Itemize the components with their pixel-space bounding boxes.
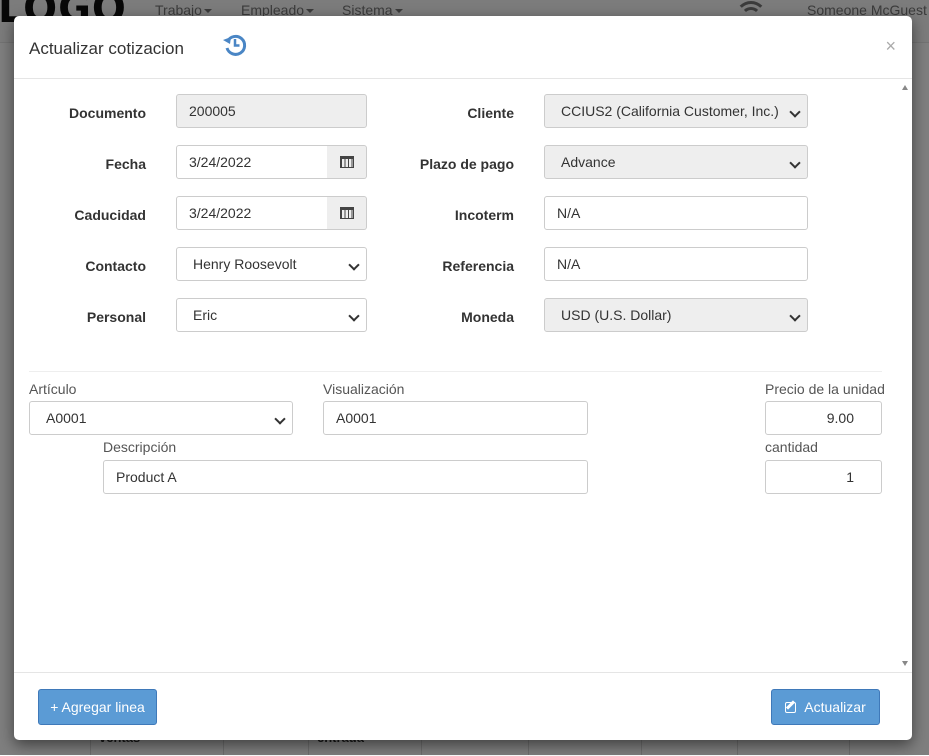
articulo-value: A0001	[46, 410, 87, 426]
scroll-down-icon[interactable]	[902, 661, 908, 666]
moneda-select[interactable]: USD (U.S. Dollar)	[544, 298, 808, 332]
fecha-calendar-button[interactable]	[327, 145, 367, 179]
caducidad-value: 3/24/2022	[189, 205, 252, 221]
articulo-select[interactable]: A0001	[29, 401, 293, 435]
edit-icon	[785, 701, 797, 713]
plazo-label: Plazo de pago	[419, 156, 514, 172]
update-label: Actualizar	[804, 699, 866, 715]
fecha-value: 3/24/2022	[189, 154, 252, 170]
calendar-icon	[339, 156, 354, 168]
incoterm-value: N/A	[557, 205, 581, 221]
contacto-value: Henry Roosevolt	[193, 256, 297, 272]
calendar-icon	[339, 207, 354, 219]
cliente-value: CCIUS2 (California Customer, Inc.)	[561, 103, 779, 119]
personal-label: Personal	[86, 309, 146, 325]
incoterm-input[interactable]: N/A	[544, 196, 808, 230]
visualizacion-label: Visualización	[323, 381, 405, 397]
documento-label: Documento	[69, 105, 146, 121]
plazo-select[interactable]: Advance	[544, 145, 808, 179]
chevron-down-icon	[348, 259, 360, 271]
caducidad-label: Caducidad	[74, 207, 146, 223]
contacto-label: Contacto	[85, 258, 146, 274]
modal-title: Actualizar cotizacion	[29, 39, 184, 58]
moneda-value: USD (U.S. Dollar)	[561, 307, 672, 323]
chevron-down-icon	[789, 310, 801, 322]
caducidad-input[interactable]: 3/24/2022	[176, 196, 328, 230]
descripcion-label: Descripción	[103, 439, 177, 455]
personal-value: Eric	[193, 307, 218, 323]
personal-select[interactable]: Eric	[176, 298, 367, 332]
chevron-down-icon	[789, 157, 801, 169]
update-quote-modal: Actualizar cotizacion × Documento 200005…	[14, 16, 912, 740]
chevron-down-icon	[789, 106, 801, 118]
moneda-label: Moneda	[461, 309, 514, 325]
referencia-label: Referencia	[442, 258, 514, 274]
documento-field: 200005	[176, 94, 367, 128]
cantidad-label: cantidad	[765, 439, 818, 455]
scroll-up-icon[interactable]	[902, 85, 908, 90]
divider	[29, 371, 882, 372]
add-line-button[interactable]: + Agregar linea	[38, 689, 157, 725]
add-line-label: + Agregar linea	[50, 699, 145, 715]
precio-value: 9.00	[826, 410, 854, 426]
descripcion-value: Product A	[116, 469, 177, 485]
precio-input[interactable]: 9.00	[765, 401, 882, 435]
modal-scrollbar[interactable]	[898, 79, 912, 672]
articulo-label: Artículo	[29, 381, 77, 397]
cliente-label: Cliente	[467, 105, 514, 121]
visualizacion-input[interactable]: A0001	[323, 401, 588, 435]
update-button[interactable]: Actualizar	[771, 689, 880, 725]
referencia-value: N/A	[557, 256, 581, 272]
cantidad-value: 1	[846, 469, 854, 485]
modal-footer: + Agregar linea Actualizar	[14, 672, 912, 740]
fecha-input[interactable]: 3/24/2022	[176, 145, 328, 179]
modal-body: Documento 200005 Fecha 3/24/2022 Caducid…	[14, 79, 912, 672]
modal-header: Actualizar cotizacion ×	[14, 16, 912, 79]
cliente-select[interactable]: CCIUS2 (California Customer, Inc.)	[544, 94, 808, 128]
plazo-value: Advance	[561, 154, 616, 170]
referencia-input[interactable]: N/A	[544, 247, 808, 281]
close-button[interactable]: ×	[885, 37, 896, 55]
history-icon[interactable]	[222, 32, 248, 58]
chevron-down-icon	[348, 310, 360, 322]
visualizacion-value: A0001	[336, 410, 377, 426]
precio-label: Precio de la unidad	[765, 381, 885, 397]
documento-value: 200005	[189, 103, 236, 119]
incoterm-label: Incoterm	[454, 207, 514, 223]
descripcion-input[interactable]: Product A	[103, 460, 588, 494]
contacto-select[interactable]: Henry Roosevolt	[176, 247, 367, 281]
caducidad-calendar-button[interactable]	[327, 196, 367, 230]
cantidad-input[interactable]: 1	[765, 460, 882, 494]
chevron-down-icon	[274, 413, 286, 425]
fecha-label: Fecha	[105, 156, 146, 172]
